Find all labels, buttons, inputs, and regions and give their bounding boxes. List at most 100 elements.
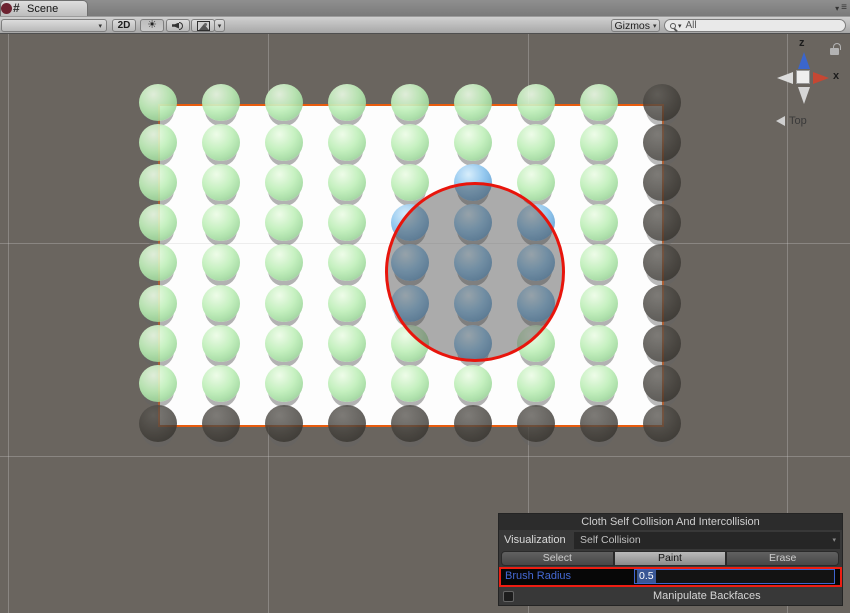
axis-z-cone-icon[interactable] [798,52,810,69]
cloth-particle-green[interactable] [328,124,366,161]
visualization-label: Visualization [504,534,566,546]
chevron-down-icon: ▾ [218,22,222,30]
gizmos-label: Gizmos [614,20,650,32]
cloth-particle-dark[interactable] [643,405,681,442]
search-value: All [684,20,697,31]
cloth-particle-green[interactable] [580,365,618,402]
cloth-particle-green[interactable] [391,84,429,121]
cloth-particle-green[interactable] [139,285,177,322]
cloth-particle-green[interactable] [391,124,429,161]
scene-canvas[interactable]: z x Top Cloth Self Collision And Interco… [0,34,850,613]
axis-x-cone-icon[interactable] [813,72,829,84]
draw-mode-dropdown[interactable]: ▾ [1,19,107,32]
cloth-particle-dark[interactable] [643,204,681,241]
visualization-dropdown[interactable]: Self Collision ▾ [574,532,840,549]
chevron-down-icon: ▾ [653,22,657,30]
cloth-particle-green[interactable] [202,365,240,402]
cloth-particle-dark[interactable] [139,405,177,442]
cloth-particle-green[interactable] [202,164,240,201]
view-label: Top [789,115,807,127]
audio-toggle-button[interactable] [166,19,190,32]
scene-toolbar: ▾ 2D ☀ ▾ Gizmos ▾ ▾ All [0,16,850,34]
search-input[interactable]: ▾ All [664,19,846,32]
cloth-particle-green[interactable] [265,164,303,201]
cloth-particle-green[interactable] [391,164,429,201]
axis-negx-cone-icon[interactable] [777,72,793,84]
cloth-panel: Cloth Self Collision And Intercollision … [498,513,843,606]
cloth-particle-dark[interactable] [580,405,618,442]
image-icon [197,21,210,31]
cloth-particle-green[interactable] [580,124,618,161]
lock-icon[interactable] [830,48,839,55]
cloth-particle-green[interactable] [580,325,618,362]
chevron-down-icon: ▾ [98,22,102,30]
sun-icon: ☀ [147,20,157,31]
manipulate-backfaces-checkbox[interactable] [503,591,514,602]
brush-radius-row: Brush Radius 0.5 [499,567,842,587]
effects-toggle-button[interactable] [191,19,215,32]
axis-negz-cone-icon[interactable] [798,87,810,104]
cloth-particle-green[interactable] [139,164,177,201]
view-projection-toggle[interactable]: Top [776,115,807,127]
tab-paint[interactable]: Paint [614,551,727,566]
cloth-particle-green[interactable] [202,285,240,322]
panel-title: Cloth Self Collision And Intercollision [499,514,842,530]
cloth-particle-green[interactable] [265,285,303,322]
cloth-particle-green[interactable] [202,325,240,362]
cloth-particle-dark[interactable] [643,325,681,362]
cloth-particle-dark[interactable] [265,405,303,442]
window-dropdown-icon[interactable]: ▾ [835,4,839,13]
cloth-particle-green[interactable] [202,124,240,161]
cloth-particle-green[interactable] [328,164,366,201]
cloth-particle-green[interactable] [580,164,618,201]
cloth-particle-green[interactable] [454,365,492,402]
cloth-particle-dark[interactable] [643,164,681,201]
tab-select[interactable]: Select [501,551,614,566]
audio-icon [172,21,184,31]
cloth-particle-dark[interactable] [454,405,492,442]
window-menu-icon[interactable]: ≡ [841,3,847,13]
cloth-particle-dark[interactable] [643,124,681,161]
cloth-particle-green[interactable] [265,84,303,121]
cloth-particle-green[interactable] [580,84,618,121]
2d-toggle-button[interactable]: 2D [112,19,136,32]
cloth-particle-green[interactable] [328,285,366,322]
lighting-toggle-button[interactable]: ☀ [140,19,164,32]
cloth-particle-green[interactable] [391,365,429,402]
cloth-particle-green[interactable] [328,325,366,362]
cloth-particle-green[interactable] [265,124,303,161]
cloth-particle-green[interactable] [517,365,555,402]
brush-radius-input[interactable]: 0.5 [634,569,835,584]
cloth-particle-green[interactable] [265,325,303,362]
cloth-particle-green[interactable] [454,124,492,161]
visualization-value: Self Collision [580,534,641,546]
cloth-particle-dark[interactable] [643,244,681,281]
cloth-particle-green[interactable] [517,124,555,161]
cloth-particle-green[interactable] [139,84,177,121]
brush-circle [385,182,565,362]
cloth-particle-dark[interactable] [643,84,681,121]
cloth-particle-dark[interactable] [202,405,240,442]
cloth-particle-green[interactable] [139,124,177,161]
axis-center-cube[interactable] [796,70,810,84]
cloth-particle-green[interactable] [139,365,177,402]
tab-erase[interactable]: Erase [726,551,839,566]
cloth-particle-dark[interactable] [643,365,681,402]
cloth-particle-green[interactable] [454,84,492,121]
cloth-particle-green[interactable] [139,325,177,362]
tab-scene[interactable]: # Scene [0,0,88,16]
cloth-particle-dark[interactable] [328,405,366,442]
cloth-particle-green[interactable] [265,365,303,402]
scene-grid-line [0,456,850,457]
cloth-particle-green[interactable] [517,84,555,121]
gizmos-dropdown[interactable]: Gizmos ▾ [611,19,660,32]
tab-scene-label: Scene [27,3,58,15]
effects-dropdown[interactable]: ▾ [214,19,225,32]
cloth-particle-dark[interactable] [643,285,681,322]
cloth-particle-green[interactable] [328,84,366,121]
cloth-particle-dark[interactable] [391,405,429,442]
cloth-particle-green[interactable] [580,285,618,322]
cloth-particle-green[interactable] [202,84,240,121]
cloth-particle-dark[interactable] [517,405,555,442]
cloth-particle-green[interactable] [328,365,366,402]
